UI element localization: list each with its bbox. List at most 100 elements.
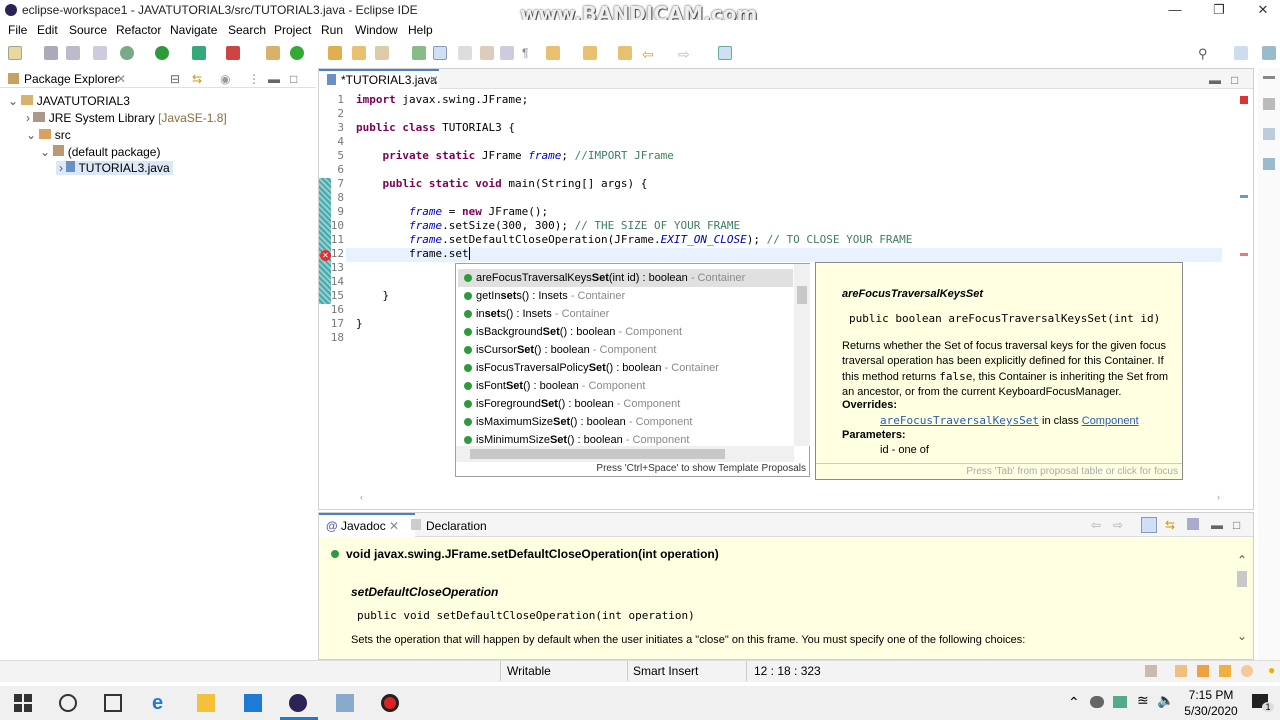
expand-icon[interactable]: ⌄	[40, 145, 50, 159]
error-overview-icon[interactable]	[1240, 96, 1248, 104]
filter-icon[interactable]: ◉	[220, 72, 230, 86]
editor-tab-label[interactable]: *TUTORIAL3.java	[341, 73, 437, 87]
file-explorer-icon[interactable]	[197, 694, 215, 712]
collapsed-icon[interactable]: ›	[26, 111, 30, 125]
open-perspective-icon[interactable]	[1234, 46, 1248, 60]
collapse-all-icon[interactable]: ⊟	[170, 72, 180, 86]
eclipse-taskbar-icon[interactable]	[289, 694, 307, 712]
open-task-icon[interactable]	[352, 46, 366, 60]
overview-icon[interactable]	[1175, 665, 1187, 677]
volume-icon[interactable]: 🔈	[1157, 692, 1174, 709]
minimize-view-icon[interactable]: ▬	[1209, 73, 1221, 87]
code-line-11[interactable]: frame.setDefaultCloseOperation(JFrame.EX…	[356, 233, 912, 246]
forward-icon[interactable]: ⇨	[1113, 518, 1123, 532]
onedrive-icon[interactable]	[1090, 696, 1104, 708]
vertical-scrollbar[interactable]	[794, 264, 810, 446]
open-type-icon[interactable]	[328, 46, 342, 60]
minimize-view-icon[interactable]: ▬	[1211, 518, 1223, 532]
open-browser-icon[interactable]	[1187, 518, 1199, 530]
menu-window[interactable]: Window	[355, 23, 398, 37]
restore-icon[interactable]	[1263, 158, 1275, 170]
expand-icon[interactable]: ⌄	[26, 128, 36, 142]
show-hidden-icons[interactable]: ⌃	[1068, 694, 1080, 711]
code-line-5[interactable]: private static JFrame frame; //IMPORT JF…	[356, 149, 673, 162]
component-link[interactable]: Component	[1082, 415, 1139, 427]
error-icon[interactable]: ✕	[320, 250, 331, 261]
outline-icon[interactable]	[1263, 98, 1275, 110]
scroll-up-icon[interactable]: ⌃	[1237, 553, 1247, 567]
overrides-link[interactable]: areFocusTraversalKeysSet	[880, 414, 1039, 427]
menu-source[interactable]: Source	[69, 23, 107, 37]
pilcrow-icon[interactable]: ¶	[522, 46, 536, 60]
proposal-item[interactable]: isMaximumSizeSet() : boolean - Component	[458, 413, 793, 431]
close-tab-icon[interactable]: ✕	[116, 72, 126, 86]
proposal-item[interactable]: insets() : Insets - Container	[458, 305, 793, 323]
task-view-icon[interactable]	[104, 694, 122, 712]
toggle-highlight-icon[interactable]	[433, 46, 447, 60]
pin-editor-icon[interactable]	[718, 46, 732, 60]
tab-declaration[interactable]: Declaration	[426, 519, 487, 533]
close-button[interactable]: ✕	[1240, 0, 1280, 20]
forward-icon[interactable]: ⇨	[678, 46, 692, 62]
heap-icon[interactable]	[1145, 665, 1157, 677]
link-editor-icon[interactable]: ⇆	[192, 72, 202, 86]
mail-icon[interactable]	[244, 694, 262, 712]
new-icon[interactable]	[8, 46, 22, 60]
horizontal-scrollbar[interactable]	[456, 446, 794, 462]
back-icon[interactable]: ⇦	[1091, 518, 1101, 532]
java-perspective-icon[interactable]	[1262, 46, 1276, 60]
tutorials-icon[interactable]	[1197, 665, 1209, 677]
save-icon[interactable]	[44, 46, 58, 60]
toggle-mark-icon[interactable]	[412, 46, 426, 60]
start-icon[interactable]	[14, 694, 32, 712]
link-selection-icon[interactable]	[1141, 517, 1157, 533]
next-annotation-icon[interactable]	[546, 46, 560, 60]
status-insert-mode[interactable]: Smart Insert	[633, 664, 698, 678]
code-line-10[interactable]: frame.setSize(300, 300); // THE SIZE OF …	[356, 219, 740, 232]
proposal-item[interactable]: getInsets() : Insets - Container	[458, 287, 793, 305]
tree-item-project[interactable]: ⌄ JAVATUTORIAL3	[8, 94, 130, 108]
clock-date[interactable]: 5/30/2020	[1180, 704, 1242, 718]
scroll-down-icon[interactable]: ⌄	[1237, 629, 1247, 643]
back-icon[interactable]: ⇦	[642, 46, 656, 62]
proposal-item[interactable]: isFontSet() : boolean - Component	[458, 377, 793, 395]
new-package-icon[interactable]	[266, 46, 280, 60]
block-selection-icon[interactable]	[458, 46, 472, 60]
close-tab-icon[interactable]: ✕	[429, 73, 439, 87]
tree-item-src[interactable]: ⌄ src	[26, 128, 71, 142]
menu-edit[interactable]: Edit	[37, 23, 58, 37]
open-input-icon[interactable]: ⇆	[1165, 518, 1175, 532]
search-icon[interactable]	[375, 46, 389, 60]
proposal-item[interactable]: isForegroundSet() : boolean - Component	[458, 395, 793, 413]
samples-icon[interactable]	[1219, 665, 1231, 677]
bandicam-icon[interactable]	[381, 694, 399, 712]
debug-icon[interactable]	[120, 46, 134, 60]
task-list-icon[interactable]	[1263, 128, 1275, 140]
skip-breakpoints-icon[interactable]	[93, 46, 107, 60]
minimize-button[interactable]: —	[1152, 0, 1198, 20]
coverage-icon[interactable]	[192, 46, 206, 60]
scroll-thumb[interactable]	[470, 449, 725, 459]
proposal-item[interactable]: isBackgroundSet() : boolean - Component	[458, 323, 793, 341]
code-line-7[interactable]: public static void main(String[] args) {	[356, 177, 647, 190]
menu-refactor[interactable]: Refactor	[116, 23, 161, 37]
battery-icon[interactable]	[1113, 696, 1127, 708]
save-all-icon[interactable]	[66, 46, 80, 60]
code-line-1[interactable]: import javax.swing.JFrame;	[356, 93, 528, 106]
cortana-icon[interactable]	[59, 694, 77, 712]
tree-item-java-file[interactable]: › TUTORIAL3.java	[56, 161, 173, 175]
tree-item-jre[interactable]: › JRE System Library [JavaSE-1.8]	[26, 111, 227, 125]
maximize-view-icon[interactable]: □	[290, 72, 297, 86]
whats-new-icon[interactable]	[1241, 665, 1253, 677]
restore-button[interactable]: ❐	[1196, 0, 1242, 20]
minimize-icon[interactable]	[1263, 76, 1275, 79]
proposal-item[interactable]: isFocusTraversalPolicySet() : boolean - …	[458, 359, 793, 377]
code-line-9[interactable]: frame = new JFrame();	[356, 205, 548, 218]
package-explorer-tab[interactable]: Package Explorer	[24, 72, 119, 86]
menu-file[interactable]: File	[8, 23, 27, 37]
code-line-15[interactable]: }	[356, 289, 389, 302]
tree-item-package[interactable]: ⌄ (default package)	[40, 145, 160, 159]
expand-icon[interactable]: ⌄	[8, 94, 18, 108]
view-menu-icon[interactable]: ⋮	[248, 72, 260, 86]
app-icon[interactable]	[336, 694, 354, 712]
